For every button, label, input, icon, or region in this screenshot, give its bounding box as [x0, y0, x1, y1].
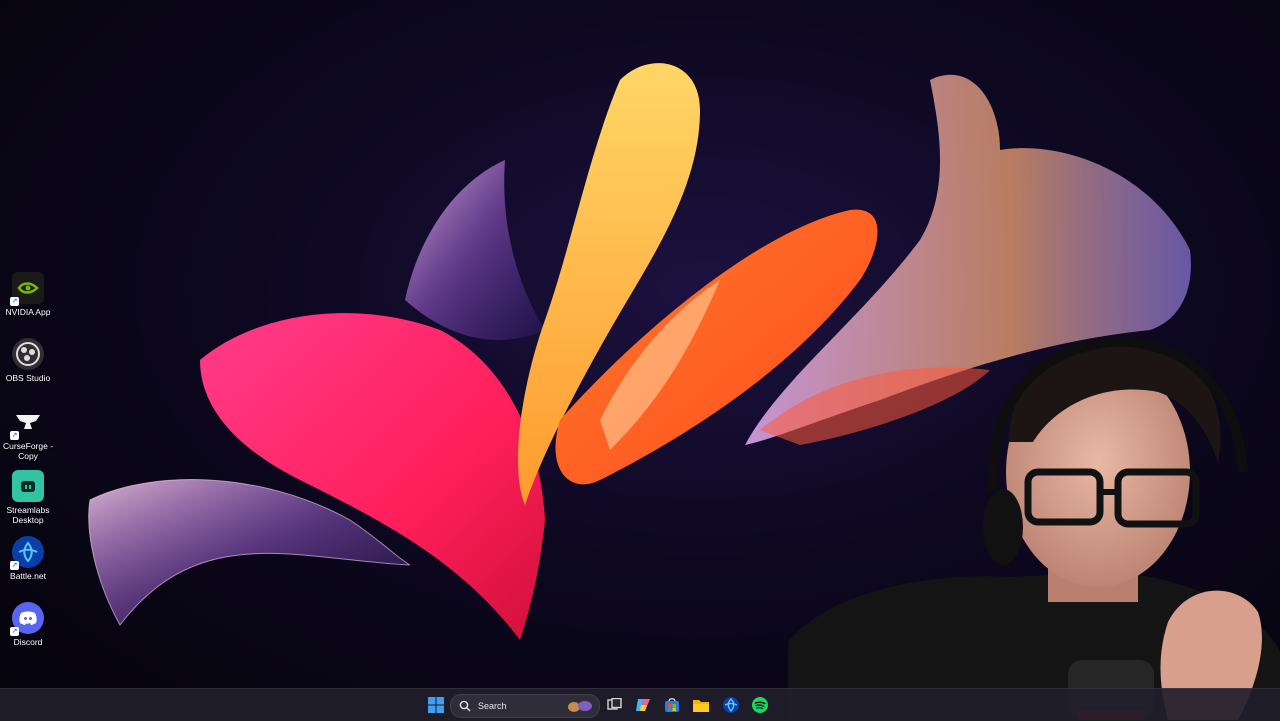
- desktop-icon-battlenet[interactable]: ↗ Battle.net: [0, 536, 56, 581]
- discord-icon: ↗: [10, 602, 44, 636]
- search-label: Search: [478, 701, 507, 711]
- nvidia-icon: ↗: [10, 272, 44, 306]
- search-highlight-icon: [568, 701, 592, 712]
- microsoft-store-button[interactable]: [662, 695, 682, 715]
- battlenet-taskbar-button[interactable]: [721, 695, 741, 715]
- desktop-icon-label: CurseForge - Copy: [2, 441, 54, 461]
- copilot-button[interactable]: [633, 695, 653, 715]
- taskbar: Search: [0, 688, 1280, 721]
- desktop-icon-nvidia-app[interactable]: ↗ NVIDIA App: [0, 272, 56, 317]
- desktop-icon-label: Battle.net: [10, 571, 46, 581]
- shortcut-arrow-icon: ↗: [10, 297, 19, 306]
- microsoft-store-icon: [665, 698, 679, 712]
- taskbar-search-box[interactable]: Search: [450, 694, 600, 718]
- shortcut-arrow-icon: ↗: [10, 431, 19, 440]
- shortcut-arrow-icon: ↗: [10, 627, 19, 636]
- task-view-button[interactable]: [605, 695, 625, 715]
- desktop-icon-label: Discord: [13, 637, 43, 647]
- task-view-icon: [607, 698, 622, 710]
- copilot-icon: [636, 699, 650, 711]
- desktop-icon-label: OBS Studio: [5, 373, 51, 383]
- desktop-icon-curseforge-copy[interactable]: ↗ CurseForge - Copy: [0, 406, 56, 461]
- streamlabs-icon: [12, 470, 44, 502]
- webcam-overlay: [788, 322, 1280, 720]
- start-button[interactable]: [426, 695, 446, 715]
- desktop-icon-streamlabs[interactable]: Streamlabs Desktop: [0, 470, 56, 525]
- obs-icon: [12, 338, 44, 370]
- windows-logo-icon: [428, 697, 444, 713]
- desktop-icon-discord[interactable]: ↗ Discord: [0, 602, 56, 647]
- desktop-icon-obs-studio[interactable]: OBS Studio: [0, 338, 56, 383]
- battlenet-taskbar-icon: [723, 697, 739, 713]
- curseforge-icon: ↗: [10, 406, 44, 440]
- battlenet-icon: ↗: [10, 536, 44, 570]
- spotify-button[interactable]: [750, 695, 770, 715]
- spotify-icon: [752, 697, 768, 713]
- search-icon: [459, 700, 471, 712]
- file-explorer-button[interactable]: [691, 695, 711, 715]
- desktop-icon-label: Streamlabs Desktop: [6, 505, 50, 525]
- shortcut-arrow-icon: ↗: [10, 561, 19, 570]
- desktop-icon-label: NVIDIA App: [5, 307, 51, 317]
- webcam-person-image: [788, 336, 1280, 720]
- file-explorer-icon: [693, 699, 709, 712]
